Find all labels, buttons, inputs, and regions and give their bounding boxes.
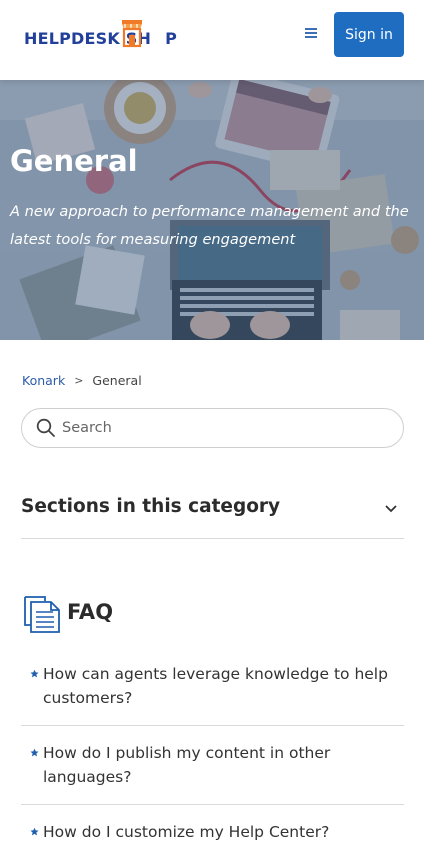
logo-text: HELPDESK SH P bbox=[24, 29, 177, 48]
article-link[interactable]: How do I customize my Help Center? bbox=[21, 820, 404, 844]
faq-section-title[interactable]: FAQ bbox=[67, 600, 113, 624]
search-input[interactable] bbox=[62, 409, 392, 447]
article-link[interactable]: How can agents leverage knowledge to hel… bbox=[21, 662, 404, 710]
article-link[interactable]: How do I publish my content in other lan… bbox=[21, 741, 404, 789]
menu-icon-line bbox=[305, 32, 317, 34]
search-icon bbox=[36, 418, 55, 437]
sections-heading: Sections in this category bbox=[21, 496, 281, 517]
divider bbox=[21, 804, 404, 805]
logo[interactable]: HELPDESK SH P bbox=[24, 18, 177, 52]
hero-banner: General A new approach to performance ma… bbox=[0, 80, 424, 340]
breadcrumb: Konark > General bbox=[22, 373, 142, 388]
menu-icon bbox=[305, 28, 317, 30]
site-header: HELPDESK SH P Sign in bbox=[0, 0, 424, 80]
shop-icon bbox=[122, 20, 142, 48]
breadcrumb-current: General bbox=[92, 373, 142, 388]
divider bbox=[21, 725, 404, 726]
menu-button[interactable] bbox=[305, 26, 323, 42]
page-title: General bbox=[10, 144, 138, 178]
faq-section-header: FAQ bbox=[21, 592, 113, 634]
document-icon bbox=[24, 596, 60, 633]
breadcrumb-home-link[interactable]: Konark bbox=[22, 373, 65, 388]
article-title: How do I customize my Help Center? bbox=[43, 823, 330, 841]
chevron-down-icon bbox=[385, 505, 397, 513]
article-title: How do I publish my content in other lan… bbox=[43, 744, 331, 786]
article-title: How can agents leverage knowledge to hel… bbox=[43, 665, 388, 707]
page-subtitle: A new approach to performance management… bbox=[10, 203, 409, 248]
menu-icon-line bbox=[305, 36, 317, 38]
sections-toggle[interactable]: Sections in this category bbox=[21, 488, 404, 539]
star-icon bbox=[30, 748, 39, 757]
star-icon bbox=[30, 669, 39, 678]
search-box bbox=[21, 408, 404, 448]
sign-in-button[interactable]: Sign in bbox=[334, 12, 404, 57]
star-icon bbox=[30, 827, 39, 836]
breadcrumb-separator: > bbox=[74, 374, 84, 387]
